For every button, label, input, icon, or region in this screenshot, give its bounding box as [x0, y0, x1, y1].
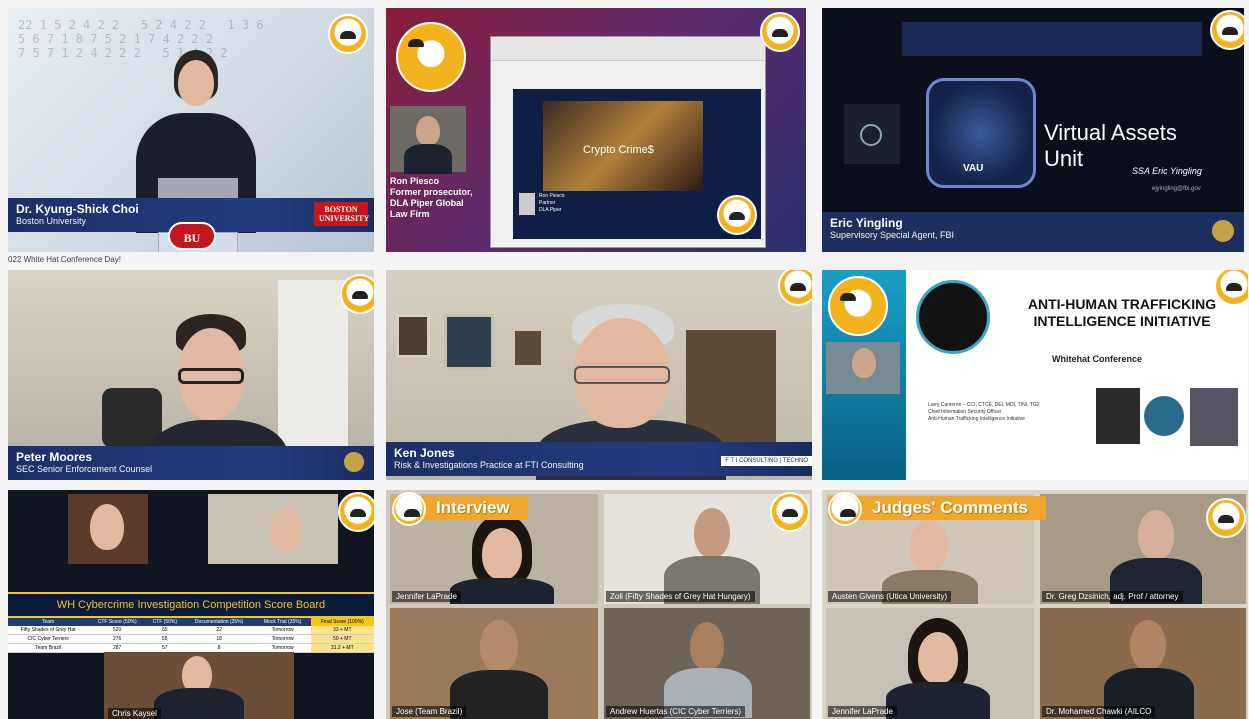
white-hat-badge-icon [770, 492, 810, 532]
white-hat-badge-icon [1210, 10, 1244, 50]
video-tile-choi[interactable]: 22 1 5 2 4 2 2 5 2 4 2 2 1 3 65 6 7 1 8 … [8, 8, 374, 252]
conference-badge-icon [828, 276, 888, 336]
wall-frame [444, 314, 494, 370]
col-mock: Mock Trial (25%) [254, 618, 311, 626]
participant-tile: Dr. Mohamed Chawki (AILCO [1040, 608, 1246, 719]
slide-header-strip [902, 22, 1202, 56]
participant-tile: Jennifer LaPrade [826, 608, 1034, 719]
video-tile-judges[interactable]: Austen Givens (Utica University) Dr. Gre… [822, 490, 1248, 719]
slide-email: ejyingling@fbi.gov [1152, 186, 1201, 192]
cam-left [68, 494, 148, 564]
table-row: CIC Cyber Terriers 276 55 18 Tomorrow 50 + MT [8, 634, 374, 644]
wall-frame [512, 328, 544, 368]
col-final: Final Score (100%) [310, 618, 374, 626]
speaker-title: Supervisory Special Agent, FBI [830, 230, 955, 240]
thumb-image [1096, 388, 1140, 444]
video-tile-yingling[interactable]: VAU Virtual Assets Unit SSA Eric Yinglin… [822, 8, 1244, 252]
col-team: Team [8, 618, 89, 626]
white-hat-badge-icon [338, 492, 374, 532]
speaker-title: SEC Senior Enforcement Counsel [16, 464, 153, 474]
white-hat-badge-icon [1206, 498, 1246, 538]
speaker-caption: Ron Piesco Former prosecutor, DLA Piper … [390, 176, 473, 219]
fbi-seal-icon [1210, 218, 1236, 244]
score-table: Team CTF Score (50%) CTF (50%) Documenta… [8, 618, 374, 653]
conference-caption: 022 White Hat Conference Day! [8, 255, 121, 264]
video-tile-piesco[interactable]: Ron Piesco Former prosecutor, DLA Piper … [386, 8, 806, 252]
video-tile-cameron[interactable]: ANTI-HUMAN TRAFFICKING INTELLIGENCE INIT… [822, 270, 1248, 480]
fbi-cam-thumb [844, 104, 900, 164]
name-bar: Peter Moores SEC Senior Enforcement Coun… [8, 446, 374, 480]
col-doc: Documentation (25%) [183, 618, 255, 626]
white-hat-badge-icon [392, 492, 426, 526]
video-tile-moores[interactable]: Peter Moores SEC Senior Enforcement Coun… [8, 270, 374, 480]
presentation-window: Crypto Crime$ Ron Piesco Partner DLA Piper [490, 36, 766, 248]
speaker-cam [826, 342, 900, 394]
slide-subtitle: Whitehat Conference [1052, 354, 1143, 364]
speaker-cam [390, 106, 466, 174]
scoreboard-title: WH Cybercrime Investigation Competition … [8, 592, 374, 618]
slide-title: ANTI-HUMAN TRAFFICKING INTELLIGENCE INIT… [1027, 296, 1217, 329]
scoreboard: WH Cybercrime Investigation Competition … [8, 592, 374, 653]
participant-tile: Jose (Team Brazil) [390, 608, 598, 719]
slide-title: Virtual Assets Unit [1044, 120, 1177, 171]
fti-logo: F T I CONSULTING | TECHNO [721, 456, 812, 466]
door [278, 280, 348, 460]
white-hat-badge-icon [340, 274, 374, 314]
thumb-seal [1144, 396, 1184, 436]
vau-emblem: VAU [926, 78, 1036, 188]
slide-agent: SSA Eric Yingling [1132, 166, 1202, 176]
col-ctf-score: CTF Score (50%) [88, 618, 147, 626]
table-row: Fifty Shades of Grey Hat 520 65 22 Tomorrow 3… [8, 626, 374, 635]
white-hat-badge-icon [828, 492, 862, 526]
white-hat-badge-icon [328, 14, 368, 54]
cam-right [208, 494, 338, 564]
slide-title: Crypto Crime$ [583, 144, 654, 156]
col-ctf: CTF (50%) [146, 618, 184, 626]
tile-label: Chris Kaysel [108, 708, 161, 719]
aht-logo-icon [916, 280, 990, 354]
sec-seal-icon [342, 450, 366, 474]
video-tile-jones[interactable]: Ken Jones Risk & Investigations Practice… [386, 270, 812, 480]
boston-university-logo: BOSTON UNIVERSITY [314, 202, 369, 226]
wall-frame [396, 314, 430, 358]
white-hat-badge-icon [778, 270, 812, 306]
speaker-name: Eric Yingling [830, 216, 903, 230]
thumb-image [1190, 388, 1238, 446]
speaker-name: Peter Moores [16, 450, 93, 464]
slide-badge-icon [717, 195, 757, 235]
white-hat-badge-icon [760, 12, 800, 52]
video-tile-interview[interactable]: Jennifer LaPrade Zoli (Fifty Shades of G… [386, 490, 812, 719]
conference-badge-icon [396, 22, 466, 92]
name-bar: Eric Yingling Supervisory Special Agent,… [822, 212, 1244, 252]
speaker-details: Larry Cameron – CCI, CTCE, DEI, MDI, TIN… [928, 402, 1040, 422]
bu-seal: BU [168, 222, 216, 250]
participant-tile: Andrew Huertas (CIC Cyber Terriers) [604, 608, 810, 719]
video-tile-scoreboard[interactable]: WH Cybercrime Investigation Competition … [8, 490, 374, 719]
